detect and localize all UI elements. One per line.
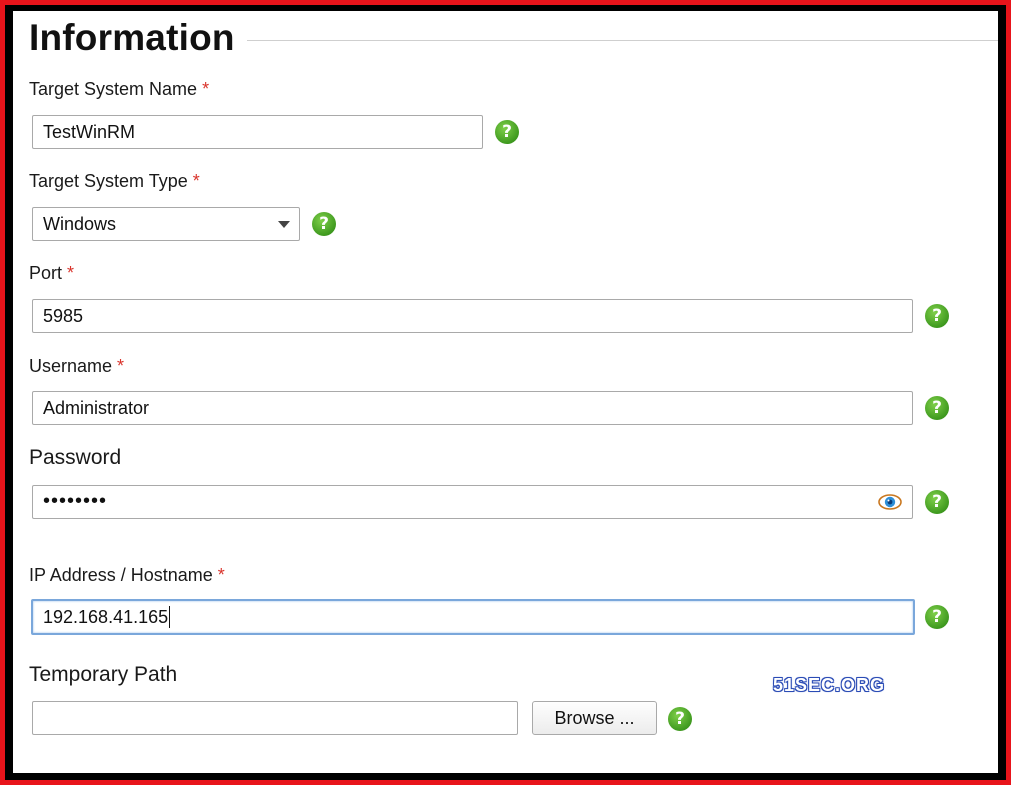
port-input[interactable]: 5985 <box>32 299 913 333</box>
username-label-text: Username <box>29 356 113 376</box>
password-value: •••••••• <box>43 489 108 512</box>
temp-path-input[interactable] <box>32 701 518 735</box>
password-label: Password <box>29 446 121 470</box>
target-type-select[interactable]: Windows <box>32 207 300 241</box>
target-name-input[interactable]: TestWinRM <box>32 115 483 149</box>
required-marker: * <box>67 263 75 283</box>
username-label: Username * <box>29 356 124 377</box>
target-type-label: Target System Type * <box>29 171 200 192</box>
eye-icon[interactable] <box>878 491 902 513</box>
username-value: Administrator <box>43 397 150 418</box>
password-input[interactable]: •••••••• <box>32 485 913 519</box>
required-marker: * <box>217 565 225 585</box>
ip-input[interactable]: 192.168.41.165 <box>31 599 915 635</box>
help-icon[interactable]: ? <box>312 212 336 236</box>
required-marker: * <box>117 356 125 376</box>
ip-label-text: IP Address / Hostname <box>29 565 213 585</box>
target-type-label-text: Target System Type <box>29 171 188 191</box>
help-icon[interactable]: ? <box>495 120 519 144</box>
help-icon[interactable]: ? <box>925 605 949 629</box>
help-icon[interactable]: ? <box>925 304 949 328</box>
section-title: Information <box>29 17 235 58</box>
ip-value: 192.168.41.165 <box>43 606 169 627</box>
temp-path-label: Temporary Path <box>29 663 177 687</box>
target-name-label: Target System Name * <box>29 79 209 100</box>
ip-label: IP Address / Hostname * <box>29 565 225 586</box>
watermark-text: 51SEC.ORG <box>773 675 886 695</box>
help-icon[interactable]: ? <box>668 707 692 731</box>
browse-button[interactable]: Browse ... <box>532 701 657 735</box>
required-marker: * <box>202 79 210 99</box>
temp-path-label-text: Temporary Path <box>29 663 178 686</box>
required-marker: * <box>192 171 200 191</box>
header-divider <box>247 40 998 41</box>
section-header: Information <box>29 15 998 65</box>
port-label: Port * <box>29 263 74 284</box>
text-caret <box>169 606 171 628</box>
target-name-label-text: Target System Name <box>29 79 198 99</box>
username-input[interactable]: Administrator <box>32 391 913 425</box>
help-icon[interactable]: ? <box>925 490 949 514</box>
target-type-value: Windows <box>43 213 117 234</box>
password-label-text: Password <box>29 446 122 469</box>
port-label-text: Port <box>29 263 63 283</box>
port-value: 5985 <box>43 305 84 326</box>
help-icon[interactable]: ? <box>925 396 949 420</box>
chevron-down-icon <box>278 221 290 228</box>
target-name-value: TestWinRM <box>43 121 136 142</box>
information-panel: Information Target System Name * TestWinR… <box>13 11 998 773</box>
